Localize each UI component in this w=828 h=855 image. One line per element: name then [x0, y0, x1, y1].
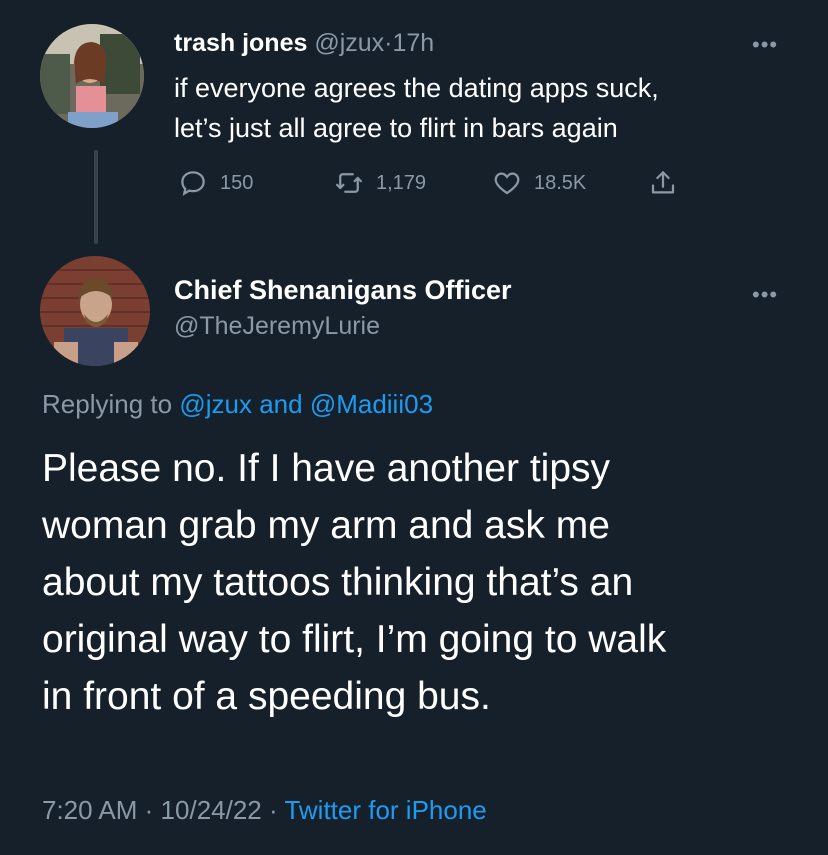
parent-text-line: if everyone agrees the dating apps suck, [174, 73, 659, 103]
parent-text-line: let’s just all agree to flirt in bars ag… [174, 113, 618, 143]
reply-display-name[interactable]: Chief Shenanigans Officer [174, 272, 512, 308]
tweet-source-link[interactable]: Twitter for iPhone [284, 795, 486, 825]
reply-handle[interactable]: @TheJeremyLurie [174, 308, 512, 344]
like-count: 18.5K [534, 171, 587, 194]
parent-text: if everyone agrees the dating apps suck,… [174, 68, 659, 148]
retweet-action[interactable]: 1,179 [334, 168, 426, 198]
parent-more-icon[interactable]: ••• [752, 34, 778, 56]
reply-text: Please no. If I have another tipsy woman… [42, 440, 666, 725]
reply-text-line: original way to flirt, I’m going to walk [42, 618, 667, 661]
reply-author: Chief Shenanigans Officer @TheJeremyLuri… [174, 272, 512, 344]
share-action[interactable] [648, 168, 678, 198]
retweet-icon [336, 173, 362, 193]
retweet-count: 1,179 [376, 171, 427, 194]
parent-avatar[interactable] [40, 24, 144, 128]
parent-avatar-image [40, 24, 144, 128]
replying-and: and [259, 389, 303, 419]
parent-display-name[interactable]: trash jones [174, 29, 307, 57]
reply-avatar-image [40, 256, 150, 366]
reply-more-icon[interactable]: ••• [752, 284, 778, 306]
thread-line [94, 150, 98, 244]
parent-separator: · [384, 29, 393, 57]
meta-separator: · [144, 795, 154, 825]
replying-user-link[interactable]: @jzux [179, 389, 252, 419]
reply-avatar[interactable] [40, 256, 150, 366]
heart-icon [494, 172, 520, 195]
meta-separator: · [269, 795, 278, 825]
replying-to: Replying to @jzux and @Madiii03 [42, 386, 433, 422]
tweet-date[interactable]: 10/24/22 [161, 795, 262, 825]
reply-action[interactable]: 150 [178, 168, 253, 198]
reply-text-line: in front of a speeding bus. [42, 675, 491, 718]
share-icon [651, 171, 675, 194]
parent-header: trash jones @jzux·17h [174, 26, 434, 60]
tweet-meta: 7:20 AM · 10/24/22 · Twitter for iPhone [42, 792, 487, 828]
parent-handle[interactable]: @jzux [314, 29, 384, 57]
like-action[interactable]: 18.5K [492, 168, 586, 198]
reply-text-line: Please no. If I have another tipsy [42, 447, 611, 490]
tweet-time[interactable]: 7:20 AM [42, 795, 137, 825]
reply-icon [181, 171, 205, 196]
parent-time[interactable]: 17h [393, 29, 435, 57]
replying-user-link[interactable]: @Madiii03 [310, 389, 433, 419]
reply-count: 150 [220, 171, 254, 194]
reply-text-line: woman grab my arm and ask me [42, 504, 610, 547]
reply-text-line: about my tattoos thinking that’s an [42, 561, 634, 604]
replying-prefix: Replying to [42, 389, 173, 419]
